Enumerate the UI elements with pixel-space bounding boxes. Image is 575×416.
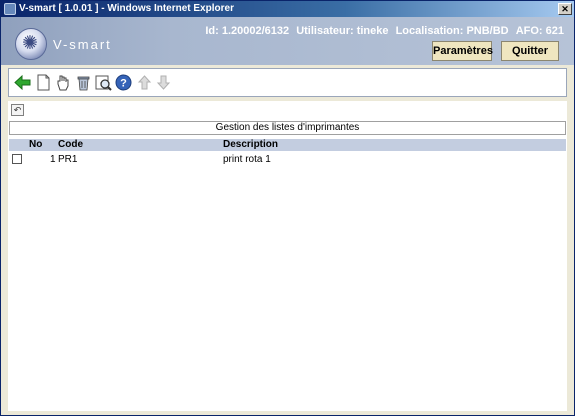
column-header-description[interactable]: Description [223, 139, 278, 151]
column-header-no[interactable]: No [29, 139, 42, 151]
preview-icon[interactable] [95, 74, 112, 91]
brand-name: V-smart [53, 37, 112, 52]
quit-button[interactable]: Quitter [501, 41, 559, 61]
parameters-button[interactable]: Paramètres [432, 41, 493, 61]
title-bar[interactable]: V-smart [ 1.0.01 ] - Windows Internet Ex… [1, 1, 574, 17]
move-up-icon [137, 75, 152, 90]
table-row[interactable]: 1 PR1 print rota 1 [9, 153, 566, 166]
cell-no: 1 [50, 154, 56, 165]
session-info: Id: 1.20002/6132 Utilisateur: tineke Loc… [201, 25, 564, 37]
app-icon [4, 3, 16, 15]
column-header-code[interactable]: Code [58, 139, 83, 151]
svg-text:?: ? [120, 78, 127, 90]
back-arrow-icon[interactable] [14, 74, 31, 91]
browser-window: V-smart [ 1.0.01 ] - Windows Internet Ex… [0, 0, 575, 416]
session-user: Utilisateur: tineke [296, 25, 389, 37]
main-content: ↶ Gestion des listes d'imprimantes No Co… [8, 101, 567, 411]
toolbar: ? [8, 68, 567, 97]
move-down-icon [156, 75, 171, 90]
undo-icon[interactable]: ↶ [11, 104, 24, 116]
table-header: No Code Description [9, 139, 566, 151]
help-icon[interactable]: ? [115, 74, 132, 91]
close-button[interactable]: ✕ [558, 3, 572, 15]
session-location: Localisation: PNB/BD [395, 25, 509, 37]
select-hand-icon[interactable] [54, 74, 71, 91]
cell-code: PR1 [58, 154, 78, 165]
vsmart-logo-icon [15, 28, 47, 60]
session-afo: AFO: 621 [515, 25, 564, 37]
row-checkbox[interactable] [12, 154, 22, 164]
window-title: V-smart [ 1.0.01 ] - Windows Internet Ex… [19, 3, 234, 14]
session-id: Id: 1.20002/6132 [205, 25, 290, 37]
section-title: Gestion des listes d'imprimantes [9, 121, 566, 135]
cell-description: print rota 1 [223, 154, 271, 165]
app-header: V-smart Id: 1.20002/6132 Utilisateur: ti… [1, 17, 574, 65]
new-document-icon[interactable] [35, 74, 52, 91]
delete-bin-icon[interactable] [75, 74, 92, 91]
